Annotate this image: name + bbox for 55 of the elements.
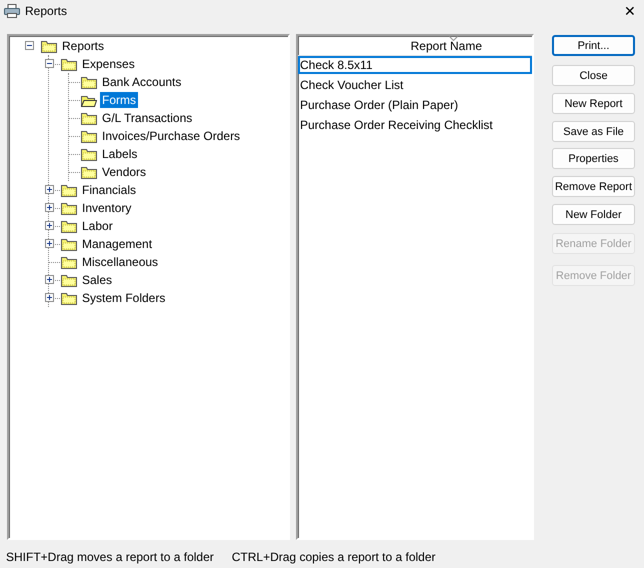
report-row[interactable]: Check Voucher List — [298, 76, 532, 94]
window-title: Reports — [25, 4, 68, 18]
expand-icon[interactable] — [45, 185, 54, 194]
folder-icon — [81, 76, 97, 88]
collapse-icon[interactable] — [25, 41, 34, 50]
action-button[interactable]: New Report — [552, 93, 635, 114]
tree-item[interactable]: Labels — [100, 146, 140, 162]
report-row[interactable]: Check 8.5x11 — [298, 56, 532, 74]
folder-icon — [81, 112, 97, 124]
folder-icon — [61, 220, 77, 232]
expand-icon[interactable] — [45, 221, 54, 230]
action-button[interactable]: Properties — [552, 148, 635, 169]
action-button[interactable]: Remove Report — [552, 176, 635, 197]
status-text: SHIFT+Drag moves a report to a folder — [6, 550, 214, 564]
report-row[interactable]: Purchase Order Receiving Checklist — [298, 116, 532, 134]
folder-icon — [61, 184, 77, 196]
report-row[interactable]: Purchase Order (Plain Paper) — [298, 96, 532, 114]
folder-icon — [61, 202, 77, 214]
folder-icon — [61, 274, 77, 286]
folder-icon — [61, 58, 77, 70]
tree-item[interactable]: Financials — [80, 182, 138, 198]
tree-item[interactable]: Invoices/Purchase Orders — [100, 128, 242, 144]
expand-icon[interactable] — [45, 275, 54, 284]
printer-icon — [4, 4, 20, 18]
tree-item[interactable]: Inventory — [80, 200, 134, 216]
action-button[interactable]: Print... — [552, 35, 635, 56]
tree-item[interactable]: Expenses — [80, 56, 137, 72]
folder-icon — [81, 130, 97, 142]
action-button[interactable]: New Folder — [552, 204, 635, 225]
tree-item[interactable]: Miscellaneous — [80, 254, 160, 270]
expand-icon[interactable] — [45, 239, 54, 248]
folder-icon — [61, 256, 77, 268]
close-button[interactable]: ✕ — [616, 3, 644, 19]
tree-item[interactable]: Labor — [80, 218, 115, 234]
action-button[interactable]: Close — [552, 65, 635, 86]
open-folder-icon — [81, 94, 97, 106]
tree-item[interactable]: Vendors — [100, 164, 148, 180]
tree-item[interactable]: Reports — [60, 38, 106, 54]
folder-icon — [81, 148, 97, 160]
folder-icon — [61, 238, 77, 250]
folder-icon — [81, 166, 97, 178]
status-text: CTRL+Drag copies a report to a folder — [232, 550, 436, 564]
column-title: Report Name — [410, 38, 482, 52]
tree-item[interactable]: System Folders — [80, 290, 168, 306]
folder-icon — [61, 292, 77, 304]
tree-item[interactable]: Forms — [100, 92, 138, 108]
tree-item[interactable]: G/L Transactions — [100, 110, 194, 126]
tree-item[interactable]: Bank Accounts — [100, 74, 184, 90]
folder-icon — [41, 40, 57, 52]
expand-icon[interactable] — [45, 203, 54, 212]
collapse-icon[interactable] — [45, 59, 54, 68]
tree-item[interactable]: Sales — [80, 272, 114, 288]
action-button[interactable]: Save as File — [552, 121, 635, 142]
expand-icon[interactable] — [45, 293, 54, 302]
tree-item[interactable]: Management — [80, 236, 154, 252]
